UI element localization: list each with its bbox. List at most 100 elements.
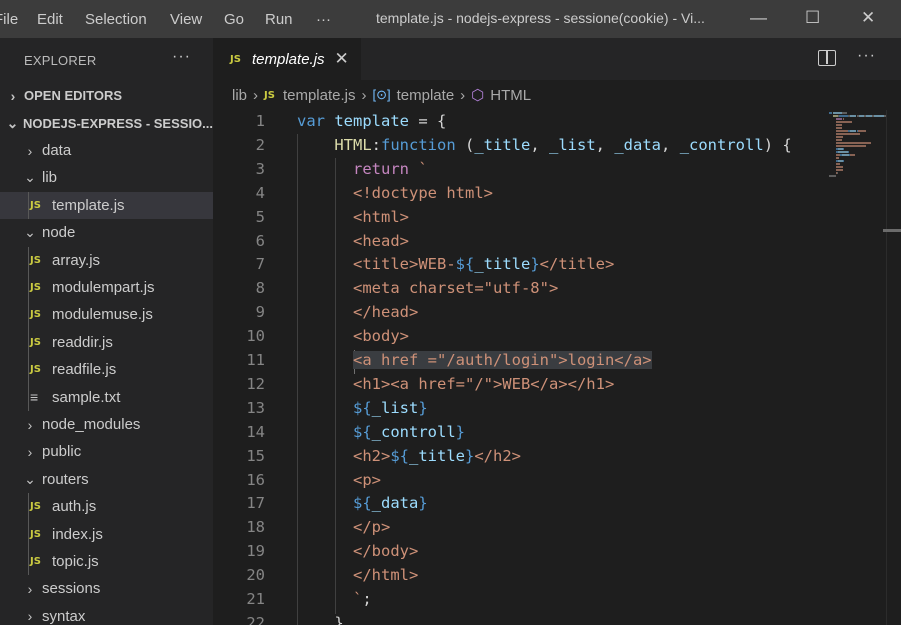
tree-item-label: lib — [42, 169, 58, 187]
tree-item-syntax[interactable]: › syntax — [0, 603, 213, 625]
variable-icon: [⊙] — [372, 87, 391, 102]
minimap-line — [874, 115, 884, 117]
js-file-icon: JS — [30, 528, 41, 540]
more-actions-button[interactable]: ··· — [857, 47, 876, 65]
code-editor[interactable]: 1 var template = {2 HTML:function (_title… — [213, 110, 819, 625]
tree-item-readdir-js[interactable]: JS readdir.js — [0, 329, 213, 356]
section-workspace[interactable]: ⌄ NODEJS-EXPRESS - SESSIO... — [0, 110, 213, 137]
tab-label: template.js — [252, 50, 325, 68]
chevron-right-icon: › — [27, 142, 33, 159]
js-file-icon: JS — [30, 282, 41, 293]
code-token: } — [465, 446, 475, 465]
code-line[interactable]: 10 <body> — [213, 324, 819, 348]
minimap-line — [857, 130, 867, 132]
menu-run[interactable]: Run — [265, 11, 293, 28]
chevron-right-icon: › — [361, 86, 367, 104]
code-text: `; — [297, 587, 372, 611]
tree-item-routers[interactable]: ⌄ routers — [0, 466, 213, 493]
code-line[interactable]: 22 }, — [213, 611, 819, 625]
section-label: OPEN EDITORS — [24, 88, 123, 103]
js-file-icon: JS — [30, 556, 41, 567]
code-line[interactable]: 8 <meta charset="utf-8"> — [213, 276, 819, 300]
menu-view[interactable]: View — [170, 11, 202, 28]
tree-item-sample-txt[interactable]: ≡ sample.txt — [0, 384, 213, 411]
tree-item-readfile-js[interactable]: JS readfile.js — [0, 356, 213, 383]
code-line[interactable]: 3 return ` — [213, 157, 819, 181]
menu-selection[interactable]: Selection — [85, 11, 147, 28]
code-line[interactable]: 20 </html> — [213, 563, 819, 587]
minimap[interactable] — [819, 110, 901, 625]
line-number: 3 — [255, 159, 265, 178]
menu-go[interactable]: Go — [224, 11, 244, 28]
close-icon[interactable]: ✕ — [335, 49, 349, 69]
tree-item-modulempart-js[interactable]: JS modulempart.js — [0, 274, 213, 301]
code-line[interactable]: 9 </head> — [213, 300, 819, 324]
code-line[interactable]: 17 ${_data} — [213, 491, 819, 515]
tree-item-auth-js[interactable]: JS auth.js — [0, 493, 213, 520]
tree-item-template-js[interactable]: JS template.js — [0, 191, 213, 219]
code-line[interactable]: 13 ${_list} — [213, 396, 819, 420]
tree-item-modulemuse-js[interactable]: JS modulemuse.js — [0, 301, 213, 328]
code-line[interactable]: 4 <!doctype html> — [213, 181, 819, 205]
code-line[interactable]: 21 `; — [213, 587, 819, 611]
line-number: 17 — [246, 494, 265, 513]
section-open-editors[interactable]: › OPEN EDITORS — [0, 82, 213, 109]
chevron-right-icon: › — [253, 86, 259, 104]
code-token: ` — [353, 590, 363, 608]
tree-item-data[interactable]: › data — [0, 137, 213, 164]
tree-item-sessions[interactable]: › sessions — [0, 575, 213, 602]
tab-template-js[interactable]: JS template.js ✕ — [213, 38, 361, 80]
breadcrumb-variable[interactable]: template — [397, 87, 455, 104]
explorer-more-button[interactable]: ··· — [172, 48, 191, 66]
code-line[interactable]: 14 ${_controll} — [213, 420, 819, 444]
code-line[interactable]: 7 <title>WEB-${_title}</title> — [213, 252, 819, 276]
breadcrumb-folder[interactable]: lib — [232, 87, 247, 104]
code-line[interactable]: 18 </p> — [213, 515, 819, 539]
code-line[interactable]: 12 <h1><a href="/">WEB</a></h1> — [213, 372, 819, 396]
js-file-icon: JS — [230, 53, 241, 65]
minimize-button[interactable]: — — [750, 8, 767, 28]
code-token: <h2> — [353, 446, 391, 465]
tree-item-array-js[interactable]: JS array.js — [0, 247, 213, 274]
code-token: _controll — [679, 135, 764, 154]
js-file-icon: JS — [264, 89, 275, 101]
tree-item-public[interactable]: › public — [0, 438, 213, 465]
code-token: _data — [371, 494, 419, 513]
breadcrumb: lib › JS template.js › [⊙] template › ⬡ … — [213, 80, 901, 110]
close-button[interactable]: ✕ — [861, 8, 875, 28]
code-token: ` — [418, 159, 428, 178]
line-number: 13 — [246, 398, 265, 417]
code-line[interactable]: 16 <p> — [213, 468, 819, 492]
code-line[interactable]: 15 <h2>${_title}</h2> — [213, 444, 819, 468]
split-editor-icon[interactable] — [818, 50, 836, 66]
menu-file[interactable]: File — [0, 11, 18, 28]
tree-item-label: sessions — [42, 580, 101, 598]
tree-item-topic-js[interactable]: JS topic.js — [0, 548, 213, 575]
code-line[interactable]: 5 <html> — [213, 205, 819, 229]
maximize-button[interactable]: ☐ — [805, 8, 820, 28]
tree-item-index-js[interactable]: JS index.js — [0, 521, 213, 548]
breadcrumb-file[interactable]: template.js — [283, 87, 356, 104]
code-token: <body> — [353, 327, 409, 346]
code-line[interactable]: 1 var template = { — [213, 110, 819, 133]
code-line[interactable]: 2 HTML:function (_title, _list, _data, _… — [213, 133, 819, 157]
code-line[interactable]: 6 <head> — [213, 229, 819, 253]
section-label: NODEJS-EXPRESS - SESSIO... — [23, 116, 213, 131]
menu-edit[interactable]: Edit — [37, 11, 63, 28]
tree-item-node-modules[interactable]: › node_modules — [0, 411, 213, 438]
scrollbar-track[interactable] — [886, 110, 887, 625]
js-file-icon: JS — [30, 501, 41, 513]
breadcrumb-method[interactable]: HTML — [490, 87, 531, 104]
code-line[interactable]: 19 </body> — [213, 539, 819, 563]
minimap-line — [835, 166, 844, 168]
code-token: </head> — [353, 303, 419, 322]
code-token: </p> — [353, 518, 391, 537]
tree-item-node[interactable]: ⌄ node — [0, 219, 213, 246]
menu-more[interactable]: ··· — [316, 11, 331, 28]
tree-item-label: readfile.js — [52, 361, 117, 379]
minimap-line — [843, 148, 845, 150]
tree-item-lib[interactable]: ⌄ lib — [0, 164, 213, 191]
code-line[interactable]: 11 <a href ="/auth/login">login</a> — [213, 348, 819, 372]
